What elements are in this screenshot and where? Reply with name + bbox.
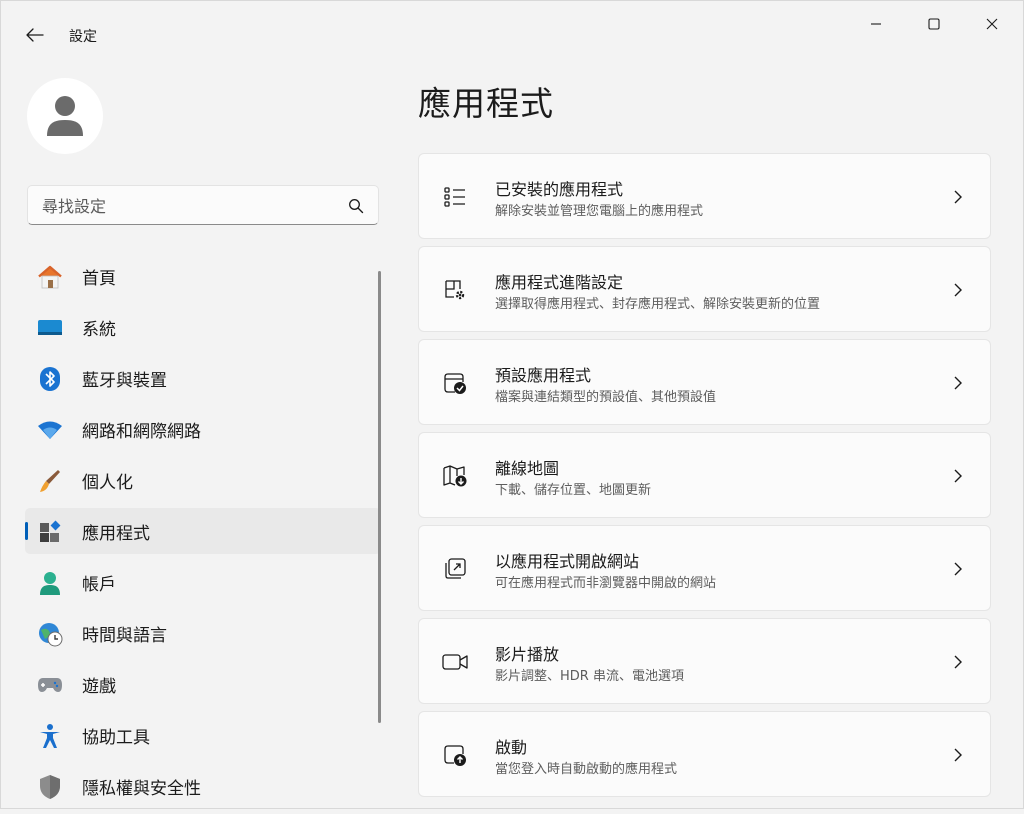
sidebar-item-label: 系統 bbox=[82, 319, 116, 340]
brush-icon bbox=[37, 468, 63, 494]
startup-card[interactable]: 啟動 當您登入時自動啟動的應用程式 bbox=[418, 711, 991, 797]
card-title: 預設應用程式 bbox=[495, 366, 592, 385]
installed-apps-card[interactable]: 已安裝的應用程式 解除安裝並管理您電腦上的應用程式 bbox=[418, 153, 991, 239]
sidebar-item-label: 協助工具 bbox=[82, 727, 150, 748]
user-avatar[interactable] bbox=[27, 78, 103, 154]
chevron-right-icon bbox=[954, 562, 962, 576]
card-description: 影片調整、HDR 串流、電池選項 bbox=[495, 669, 684, 684]
chevron-right-icon bbox=[954, 190, 962, 204]
page-title: 應用程式 bbox=[418, 84, 554, 123]
chevron-right-icon bbox=[954, 469, 962, 483]
card-title: 影片播放 bbox=[495, 645, 560, 664]
card-title: 離線地圖 bbox=[495, 459, 560, 478]
search-input[interactable] bbox=[40, 186, 344, 226]
sidebar-item-apps[interactable]: 應用程式 bbox=[25, 508, 381, 554]
apps-icon bbox=[37, 519, 63, 545]
sidebar-item-accessibility[interactable]: 協助工具 bbox=[25, 712, 381, 758]
sidebar-item-label: 時間與語言 bbox=[82, 625, 167, 646]
sidebar-item-home[interactable]: 首頁 bbox=[25, 253, 381, 299]
search-box bbox=[27, 185, 379, 226]
maximize-button[interactable] bbox=[905, 1, 963, 47]
sidebar-item-label: 藍牙與裝置 bbox=[82, 370, 167, 391]
open-external-icon bbox=[442, 556, 468, 582]
sidebar-item-time-language[interactable]: 時間與語言 bbox=[25, 610, 381, 656]
advanced-app-settings-card[interactable]: 應用程式進階設定 選擇取得應用程式、封存應用程式、解除安裝更新的位置 bbox=[418, 246, 991, 332]
map-icon bbox=[442, 463, 468, 489]
sidebar-item-system[interactable]: 系統 bbox=[25, 304, 381, 350]
sidebar-item-personalization[interactable]: 個人化 bbox=[25, 457, 381, 503]
minimize-icon bbox=[871, 23, 881, 25]
offline-maps-card[interactable]: 離線地圖 下載、儲存位置、地圖更新 bbox=[418, 432, 991, 518]
chevron-right-icon bbox=[954, 376, 962, 390]
user-icon bbox=[47, 96, 83, 136]
system-icon bbox=[37, 315, 63, 341]
app-title: 設定 bbox=[69, 29, 97, 45]
sidebar-item-label: 隱私權與安全性 bbox=[82, 778, 201, 799]
sidebar-item-label: 個人化 bbox=[82, 472, 133, 493]
accessibility-icon bbox=[37, 723, 63, 749]
card-title: 以應用程式開啟網站 bbox=[495, 552, 640, 571]
list-icon bbox=[442, 184, 468, 210]
gamepad-icon bbox=[37, 672, 63, 698]
default-apps-icon bbox=[442, 370, 468, 396]
sidebar-scrollbar[interactable] bbox=[378, 271, 381, 723]
card-description: 解除安裝並管理您電腦上的應用程式 bbox=[495, 204, 704, 219]
close-icon bbox=[986, 18, 998, 30]
sidebar-item-accounts[interactable]: 帳戶 bbox=[25, 559, 381, 605]
sidebar-nav: 首頁 系統 藍牙與裝置 網路和網際網路 個人化 應用程式 帳戶 時間與語言 遊戲… bbox=[25, 253, 381, 814]
maximize-icon bbox=[928, 18, 940, 30]
wifi-icon bbox=[37, 417, 63, 443]
title-bar: 設定 bbox=[1, 1, 1023, 49]
card-title: 啟動 bbox=[495, 738, 528, 757]
settings-cards: 已安裝的應用程式 解除安裝並管理您電腦上的應用程式 應用程式進階設定 選擇取得應… bbox=[418, 153, 991, 804]
sidebar-item-label: 首頁 bbox=[82, 268, 116, 289]
card-title: 已安裝的應用程式 bbox=[495, 180, 624, 199]
card-description: 選擇取得應用程式、封存應用程式、解除安裝更新的位置 bbox=[495, 297, 821, 312]
card-title: 應用程式進階設定 bbox=[495, 273, 624, 292]
search-icon[interactable] bbox=[348, 198, 364, 214]
close-button[interactable] bbox=[963, 1, 1021, 47]
startup-icon bbox=[442, 742, 468, 768]
video-icon bbox=[442, 649, 468, 675]
card-description: 下載、儲存位置、地圖更新 bbox=[495, 483, 652, 498]
shield-icon bbox=[37, 774, 63, 800]
card-description: 當您登入時自動啟動的應用程式 bbox=[495, 762, 678, 777]
settings-window: 設定 尋找設定 首頁 系統 藍牙與裝置 網路和網際網路 個人化 應用程式 帳戶 … bbox=[0, 0, 1024, 809]
home-icon bbox=[37, 264, 63, 290]
sidebar-item-bluetooth[interactable]: 藍牙與裝置 bbox=[25, 355, 381, 401]
default-apps-card[interactable]: 預設應用程式 檔案與連結類型的預設值、其他預設值 bbox=[418, 339, 991, 425]
sidebar-item-label: 應用程式 bbox=[82, 523, 150, 544]
sidebar-item-label: 帳戶 bbox=[82, 574, 116, 595]
app-settings-icon bbox=[442, 277, 468, 303]
bluetooth-icon bbox=[37, 366, 63, 392]
sidebar-item-gaming[interactable]: 遊戲 bbox=[25, 661, 381, 707]
arrow-left-icon bbox=[26, 28, 44, 42]
video-playback-card[interactable]: 影片播放 影片調整、HDR 串流、電池選項 bbox=[418, 618, 991, 704]
card-description: 可在應用程式而非瀏覽器中開啟的網站 bbox=[495, 576, 717, 591]
chevron-right-icon bbox=[954, 655, 962, 669]
back-button[interactable] bbox=[19, 19, 51, 51]
sidebar-item-label: 網路和網際網路 bbox=[82, 421, 201, 442]
sidebar-item-network[interactable]: 網路和網際網路 bbox=[25, 406, 381, 452]
card-description: 檔案與連結類型的預設值、其他預設值 bbox=[495, 390, 717, 405]
minimize-button[interactable] bbox=[847, 1, 905, 47]
apps-for-websites-card[interactable]: 以應用程式開啟網站 可在應用程式而非瀏覽器中開啟的網站 bbox=[418, 525, 991, 611]
sidebar-item-label: 遊戲 bbox=[82, 676, 116, 697]
time-language-icon bbox=[37, 621, 63, 647]
chevron-right-icon bbox=[954, 748, 962, 762]
chevron-right-icon bbox=[954, 283, 962, 297]
account-icon bbox=[37, 570, 63, 596]
sidebar-item-privacy[interactable]: 隱私權與安全性 bbox=[25, 763, 381, 809]
